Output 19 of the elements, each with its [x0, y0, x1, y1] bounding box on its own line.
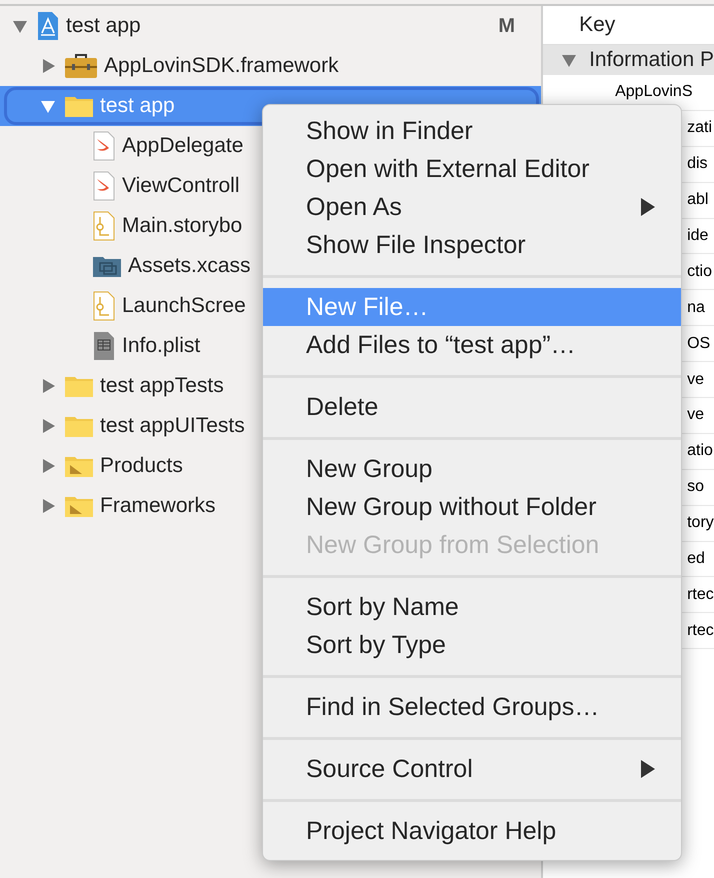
key-cell-text: ve: [687, 370, 704, 389]
key-cell-text: AppLovinS: [615, 83, 692, 102]
key-cell-text: ctio: [687, 262, 712, 281]
section-label: Information P: [589, 48, 714, 72]
column-header: Key: [579, 13, 616, 37]
key-cell-text: atio: [687, 442, 713, 460]
key-cell-text: ide: [687, 227, 708, 245]
key-cell-text: na: [687, 298, 705, 317]
key-cell-text: tory: [687, 514, 714, 532]
key-cell-text: rtec: [687, 622, 714, 640]
key-cell-text: so: [687, 478, 704, 496]
key-cell-text: ed: [687, 550, 705, 568]
key-cell-text: abl: [687, 191, 708, 210]
key-cell-text: dis: [687, 155, 708, 174]
key-cell-text: ve: [687, 406, 704, 424]
key-cell-text: zati: [687, 119, 712, 138]
key-cell-text: OS: [687, 334, 710, 353]
key-cell-text: rtec: [687, 586, 714, 604]
status-letter: M: [498, 14, 516, 38]
